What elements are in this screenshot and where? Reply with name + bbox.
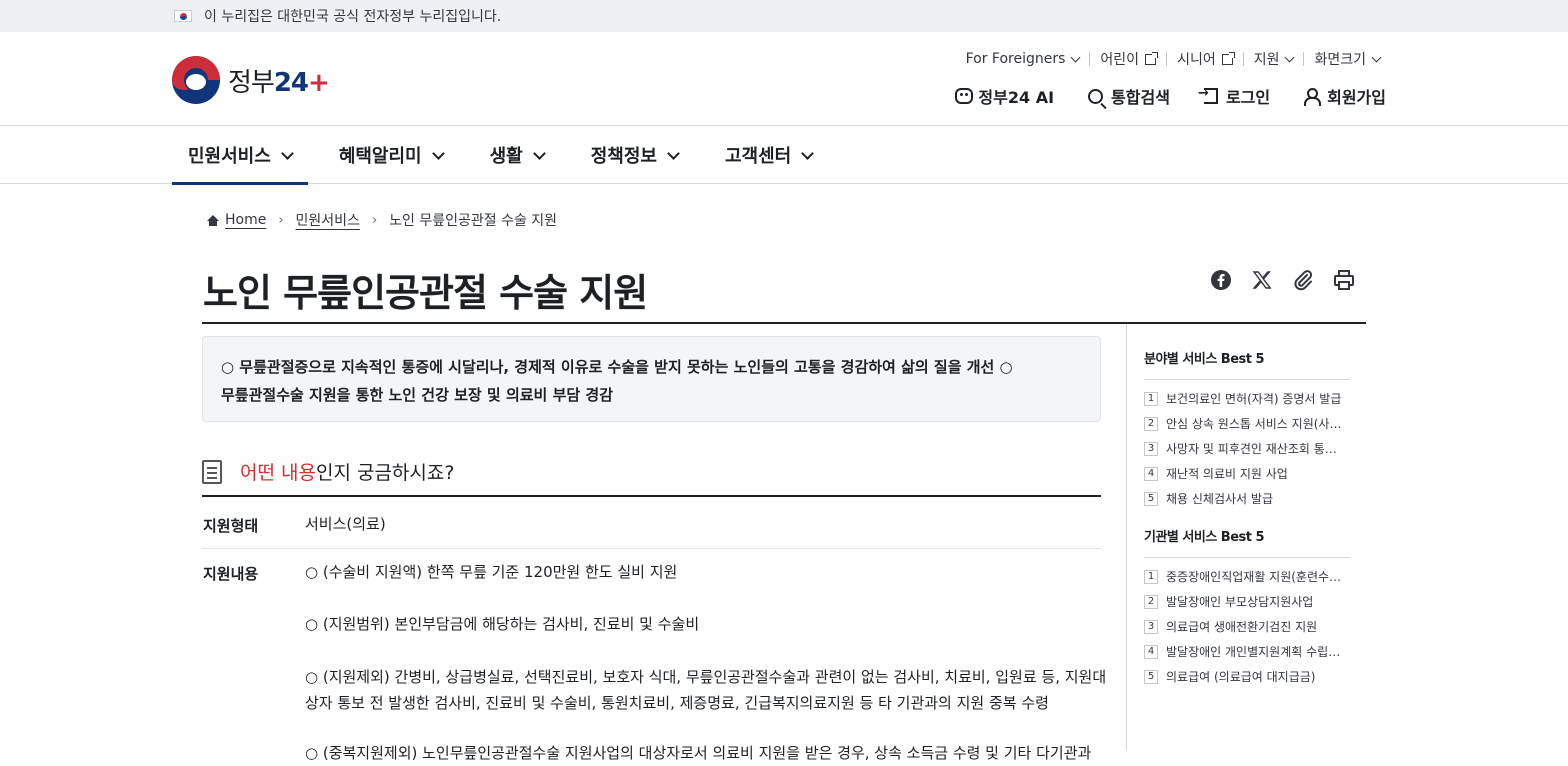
nav-civil-service[interactable]: 민원서비스	[172, 126, 308, 185]
support-content-line: ○ (지원제외) 간병비, 상급병실료, 선택진료비, 보호자 식대, 무릎인공…	[305, 668, 1105, 686]
global-nav: 민원서비스 혜택알리미 생활 정책정보 고객센터	[0, 126, 1568, 185]
utility-links: For Foreigners 어린이 시니어 지원 화면크기	[956, 49, 1390, 69]
support-type-value: 서비스(의료)	[305, 515, 386, 533]
list-item[interactable]: 4 발달장애인 개인별지원계획 수립…	[1144, 639, 1350, 664]
header: 정부24+ For Foreigners 어린이 시니어 지원 화면크기 정부2…	[0, 32, 1568, 126]
nav-policy-info[interactable]: 정책정보	[575, 126, 694, 184]
external-link-icon	[1145, 51, 1159, 65]
screen-size-menu[interactable]: 화면크기	[1304, 49, 1390, 69]
for-foreigners-menu[interactable]: For Foreigners	[956, 51, 1090, 67]
add-user-icon	[1304, 88, 1322, 106]
login-link[interactable]: 로그인	[1198, 84, 1270, 108]
breadcrumb-home[interactable]: Home	[225, 212, 266, 228]
support-content-line: ○ (수술비 지원액) 한쪽 무릎 기준 120만원 한도 실비 지원	[305, 563, 678, 581]
summary-line: 무릎관절수술 지원을 통한 노인 건강 보장 및 의료비 부담 경감	[221, 386, 614, 404]
list-item[interactable]: 3 의료급여 생애전환기검진 지원	[1144, 614, 1350, 639]
home-icon	[207, 214, 219, 226]
breadcrumb-civil-service[interactable]: 민원서비스	[296, 210, 360, 230]
signup-link[interactable]: 회원가입	[1304, 84, 1386, 108]
breadcrumb: Home › 민원서비스 › 노인 무릎인공관절 수술 지원	[207, 210, 557, 230]
chevron-down-icon	[1371, 52, 1382, 62]
support-content-line: ○ (중복지원제외) 노인무릎인공관절수술 지원사업의 대상자로서 의료비 지원…	[305, 744, 1092, 762]
nav-benefit-alert[interactable]: 혜택알리미	[323, 126, 459, 184]
external-link-icon	[1221, 51, 1235, 65]
chevron-down-icon	[431, 146, 445, 160]
chevron-down-icon	[280, 146, 294, 160]
page-title: 노인 무릎인공관절 수술 지원	[203, 271, 648, 315]
row-divider	[202, 548, 1101, 549]
field-best5: 분야별 서비스 Best 5 1 보건의료인 면허(자격) 증명서 발급 2 안심 …	[1144, 348, 1350, 511]
chevron-down-icon	[801, 146, 815, 160]
chevron-down-icon	[667, 146, 680, 160]
facebook-icon[interactable]	[1210, 269, 1232, 291]
summary-line: ○ 무릎관절증으로 지속적인 통증에 시달리나, 경제적 이유로 수술을 받지 …	[221, 358, 1013, 376]
kids-link[interactable]: 어린이	[1090, 49, 1166, 69]
gov-banner: 이 누리집은 대한민국 공식 전자정부 누리집입니다.	[0, 0, 1568, 32]
chevron-down-icon	[1070, 52, 1081, 62]
main-links: 정부24 AI 통합검색 로그인 회원가입	[955, 84, 1386, 108]
sidebar-divider	[1126, 324, 1127, 750]
list-item[interactable]: 4 재난적 의료비 지원 사업	[1144, 461, 1350, 486]
title-divider	[202, 322, 1366, 324]
list-item[interactable]: 2 안심 상속 원스톱 서비스 지원(사…	[1144, 411, 1350, 436]
summary-box: ○ 무릎관절증으로 지속적인 통증에 시달리나, 경제적 이유로 수술을 받지 …	[202, 336, 1101, 422]
list-item[interactable]: 1 보건의료인 면허(자격) 증명서 발급	[1144, 386, 1350, 411]
org-best5: 기관별 서비스 Best 5 1 중증장애인직업재활 지원(훈련수… 2 발달장애인…	[1144, 526, 1350, 689]
integrated-search-link[interactable]: 통합검색	[1088, 84, 1170, 108]
nav-customer-center[interactable]: 고객센터	[709, 126, 828, 184]
chevron-right-icon: ›	[278, 212, 284, 228]
list-item[interactable]: 2 발달장애인 부모상담지원사업	[1144, 589, 1350, 614]
logo-text: 정부24+	[228, 67, 330, 98]
share-tools	[1210, 269, 1374, 291]
login-icon	[1198, 86, 1218, 104]
x-twitter-icon[interactable]	[1251, 269, 1273, 291]
list-item[interactable]: 3 사망자 및 피후견인 재산조회 통…	[1144, 436, 1350, 461]
field-best5-title: 분야별 서비스 Best 5	[1144, 348, 1350, 380]
print-icon[interactable]	[1333, 269, 1355, 291]
list-item[interactable]: 5 채용 신체검사서 발급	[1144, 486, 1350, 511]
list-item[interactable]: 1 중증장애인직업재활 지원(훈련수…	[1144, 564, 1350, 589]
korea-flag-icon	[174, 10, 192, 22]
support-type-label: 지원형태	[203, 517, 259, 535]
senior-link[interactable]: 시니어	[1167, 49, 1243, 69]
support-content-line: 상자 통보 전 발생한 검사비, 진료비 및 수술비, 통원치료비, 제증명료,…	[305, 694, 1049, 712]
gov-emblem-icon	[172, 56, 220, 104]
section-heading: 어떤 내용 인지 궁금하시죠?	[202, 458, 454, 485]
search-icon	[1088, 88, 1104, 104]
support-content-line: ○ (지원범위) 본인부담금에 해당하는 검사비, 진료비 및 수술비	[305, 615, 700, 633]
chevron-down-icon	[532, 146, 546, 160]
gov24-logo[interactable]: 정부24+	[172, 56, 330, 104]
attachment-link-icon[interactable]	[1292, 269, 1314, 291]
chevron-down-icon	[1285, 52, 1295, 62]
gov-banner-text: 이 누리집은 대한민국 공식 전자정부 누리집입니다.	[204, 9, 502, 25]
support-menu[interactable]: 지원	[1244, 49, 1304, 69]
support-content-label: 지원내용	[203, 565, 259, 583]
ai-icon	[955, 88, 974, 104]
gov24-ai-link[interactable]: 정부24 AI	[955, 84, 1054, 108]
section-divider	[202, 495, 1101, 497]
org-best5-title: 기관별 서비스 Best 5	[1144, 526, 1350, 558]
breadcrumb-current: 노인 무릎인공관절 수술 지원	[389, 213, 558, 229]
document-icon	[202, 459, 222, 484]
chevron-right-icon: ›	[371, 212, 378, 228]
list-item[interactable]: 5 의료급여 (의료급여 대지급금)	[1144, 664, 1350, 689]
nav-life[interactable]: 생활	[474, 126, 560, 184]
